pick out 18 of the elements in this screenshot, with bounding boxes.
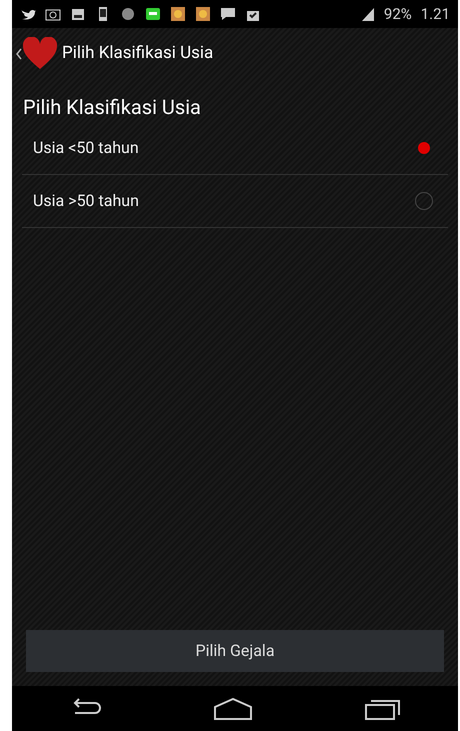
circle-icon (120, 6, 136, 22)
heading: Pilih Klasifikasi Usia (23, 94, 202, 121)
message-icon (220, 6, 236, 22)
battery-text: 92% (384, 4, 412, 25)
game-icon (170, 6, 186, 22)
radio-option[interactable]: Usia >50 tahun (22, 175, 448, 228)
radio-option[interactable]: Usia <50 tahun (22, 122, 448, 175)
pilih-gejala-button[interactable]: Pilih Gejala (26, 630, 444, 672)
radio-button[interactable] (418, 142, 430, 154)
back-chevron-icon (16, 48, 22, 60)
home-icon[interactable] (213, 696, 253, 720)
game-icon (195, 6, 211, 22)
image-icon (70, 6, 86, 22)
radio-button[interactable] (415, 192, 433, 210)
chat-icon (145, 6, 161, 22)
action-bar-title: Pilih Klasifikasi Usia (62, 42, 214, 66)
heart-icon (22, 37, 58, 71)
time-text: 1.21 (420, 4, 450, 25)
